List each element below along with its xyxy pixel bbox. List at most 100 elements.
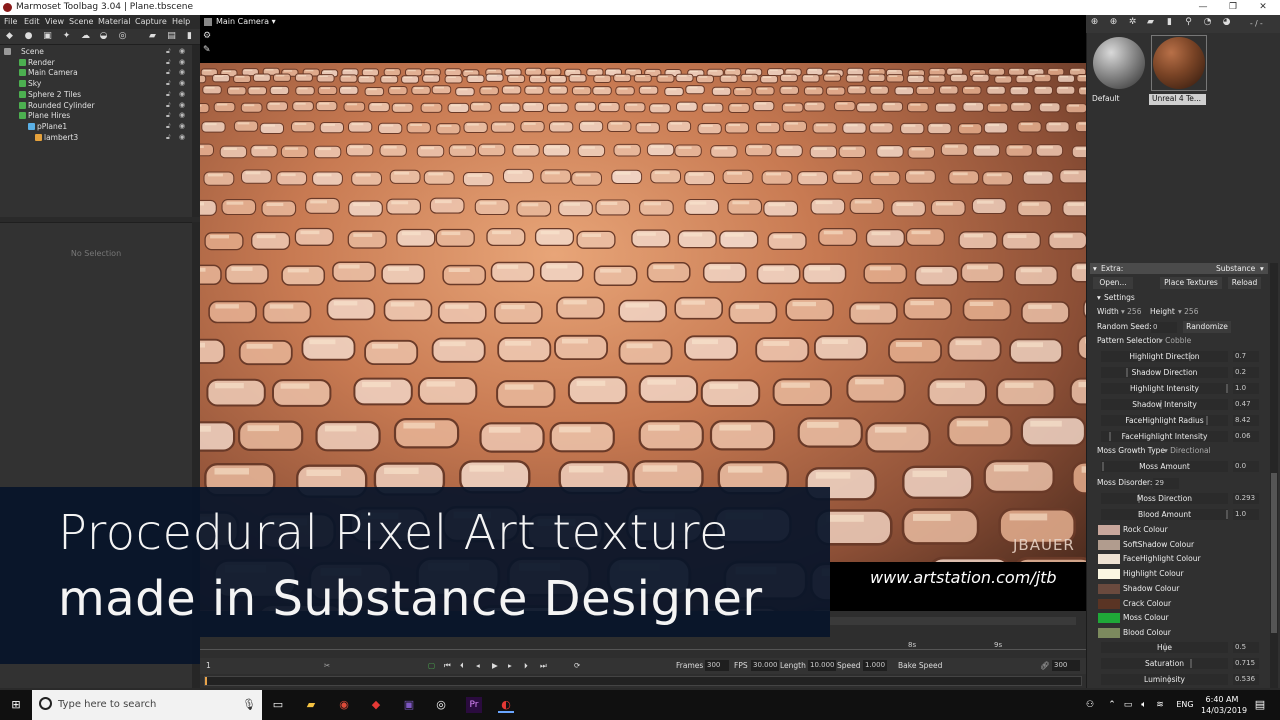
eye-icon[interactable]: ◉ [179,101,185,109]
right-scrollbar[interactable] [1270,263,1278,688]
skip-end-icon[interactable]: ⏭ [540,661,547,671]
material-label-unreal[interactable]: Unreal 4 Te... [1149,94,1206,105]
notifications-icon[interactable]: ▤ [1252,697,1268,713]
slider-row[interactable]: Luminosity 0.536 [1097,673,1262,686]
slider-row[interactable]: Blood Amount 1.0 [1097,508,1262,521]
restore-button[interactable]: ❐ [1218,0,1248,15]
prev-key-icon[interactable]: ⏴ [460,661,464,671]
moss-disorder-input[interactable]: 29 [1153,478,1179,489]
language-indicator[interactable]: ENG [1174,697,1196,713]
colour-row[interactable]: FaceHighlight Colour [1097,553,1262,566]
slider-value[interactable]: 0.536 [1233,674,1259,685]
slider-row[interactable]: Saturation 0.715 [1097,657,1262,670]
menu-material[interactable]: Material [98,17,131,26]
app-icon[interactable]: ▣ [401,697,417,713]
next-frame-icon[interactable]: ▸ [508,661,512,670]
trash-icon[interactable]: ▮ [1165,18,1174,27]
obs-icon[interactable]: ◎ [433,697,449,713]
add-camera-icon[interactable]: ▣ [43,32,52,41]
moss-type-dropdown[interactable]: ▾ Directional [1164,446,1211,455]
task-view-icon[interactable]: ▭ [270,697,286,713]
eye-icon[interactable]: ◉ [179,111,185,119]
material-label-default[interactable]: Default [1089,94,1146,105]
slider-row[interactable]: Highlight Intensity 1.0 [1097,382,1262,395]
file-explorer-icon[interactable]: ▰ [303,697,319,713]
scrub-bar[interactable] [204,676,1082,686]
slider-track[interactable]: Highlight Direction [1101,351,1228,362]
reload-button[interactable]: Reload [1228,277,1261,289]
fps-input[interactable]: 30.000 [751,660,779,671]
colour-row[interactable]: SoftShadow Colour [1097,539,1262,552]
slider-row[interactable]: FaceHighlight Intensity 0.06 [1097,430,1262,443]
skip-start-icon[interactable]: ⏮ [444,661,451,671]
slider-value[interactable]: 0.2 [1233,367,1259,378]
eye-icon[interactable]: ◉ [179,47,185,55]
slider-track[interactable]: FaceHighlight Radius [1101,415,1228,426]
lock-icon[interactable]: 🔓︎ [166,101,171,110]
speed-input[interactable]: 1.000 [863,660,887,671]
chrome-icon[interactable]: ◉ [336,697,352,713]
folder-icon[interactable]: ▰ [148,32,157,41]
eye-icon[interactable]: ◉ [179,58,185,66]
material-thumb-unreal[interactable] [1153,37,1205,89]
slider-row[interactable]: Moss Amount 0.0 [1097,460,1262,473]
eye-icon[interactable]: ◉ [179,122,185,130]
randomize-button[interactable]: Randomize [1183,321,1231,333]
clock[interactable]: 6:40 AM 14/03/2019 [1201,694,1247,716]
open-button[interactable]: Open... [1093,277,1133,289]
slider-track[interactable]: FaceHighlight Intensity [1101,431,1228,442]
eye-icon[interactable]: ◉ [179,68,185,76]
slider-value[interactable]: 0.47 [1233,399,1259,410]
slider-track[interactable]: Luminosity [1101,674,1228,685]
place-textures-button[interactable]: Place Textures [1160,277,1222,289]
next-key-icon[interactable]: ⏵ [524,661,528,671]
colour-row[interactable]: Crack Colour [1097,598,1262,611]
marmoset-icon[interactable]: ◐ [498,697,514,713]
slider-row[interactable]: Highlight Direction 0.7 [1097,350,1262,363]
seed-input[interactable]: 0 [1151,322,1177,333]
slider-track[interactable]: Blood Amount [1101,509,1228,520]
tree-item-sphere[interactable]: Sphere 2 Tiles 🔓︎ ◉ [0,90,192,101]
scrollbar-thumb[interactable] [1271,473,1277,633]
key-icon[interactable]: ✂ [324,661,330,670]
prev-frame-icon[interactable]: ◂ [476,661,480,670]
tree-item-pplane1[interactable]: pPlane1 🔓︎ ◉ [0,122,192,133]
colour-swatch[interactable] [1098,598,1120,609]
people-icon[interactable]: ⚇ [1082,697,1098,713]
slider-track[interactable]: Shadow Intensity [1101,399,1228,410]
colour-swatch[interactable] [1098,583,1120,594]
eye-icon[interactable]: ◉ [179,90,185,98]
slider-track[interactable]: Hue [1101,642,1228,653]
slider-value[interactable]: 0.7 [1233,351,1259,362]
menu-view[interactable]: View [45,17,64,26]
add-material-icon[interactable]: ⊕ [1090,18,1099,27]
slider-row[interactable]: Shadow Direction 0.2 [1097,366,1262,379]
record-icon[interactable]: ▢ [428,661,435,670]
duplicate-icon[interactable]: ▤ [167,32,176,41]
colour-swatch[interactable] [1098,525,1120,535]
bake-speed-button[interactable]: Bake Speed [898,661,942,670]
timeline-track-area[interactable] [830,611,1086,637]
brush-icon[interactable]: ✎ [203,45,211,55]
volume-icon[interactable]: 🔈︎ [1136,697,1152,713]
slider-row[interactable]: Shadow Intensity 0.47 [1097,398,1262,411]
material-thumb-default[interactable] [1093,37,1145,89]
windows-start-icon[interactable]: ⊞ [8,697,24,713]
colour-swatch[interactable] [1098,613,1120,624]
length-input[interactable]: 10.000 [808,660,836,671]
lock-icon[interactable]: 🔓︎ [166,47,171,56]
tree-item-cylinder[interactable]: Rounded Cylinder 🔓︎ ◉ [0,101,192,112]
colour-swatch[interactable] [1098,627,1120,638]
width-dropdown[interactable]: ▾ 256 [1121,307,1141,316]
slider-row[interactable]: Moss Direction 0.293 [1097,492,1262,505]
tree-item-main-camera[interactable]: Main Camera 🔓︎ ◉ [0,68,192,79]
premiere-icon[interactable]: Pr [466,697,482,713]
minimize-button[interactable]: — [1188,0,1218,15]
eye-icon[interactable]: ◉ [179,79,185,87]
tree-item-render[interactable]: Render 🔓︎ ◉ [0,58,192,69]
tree-item-scene[interactable]: Scene 🔓︎ ◉ [0,47,192,58]
menu-capture[interactable]: Capture [135,17,167,26]
folder-open-icon[interactable]: ▰ [1146,18,1155,27]
gear-icon[interactable]: ⚙ [203,31,211,41]
tree-item-lambert3[interactable]: lambert3 🔓︎ ◉ [0,133,192,144]
